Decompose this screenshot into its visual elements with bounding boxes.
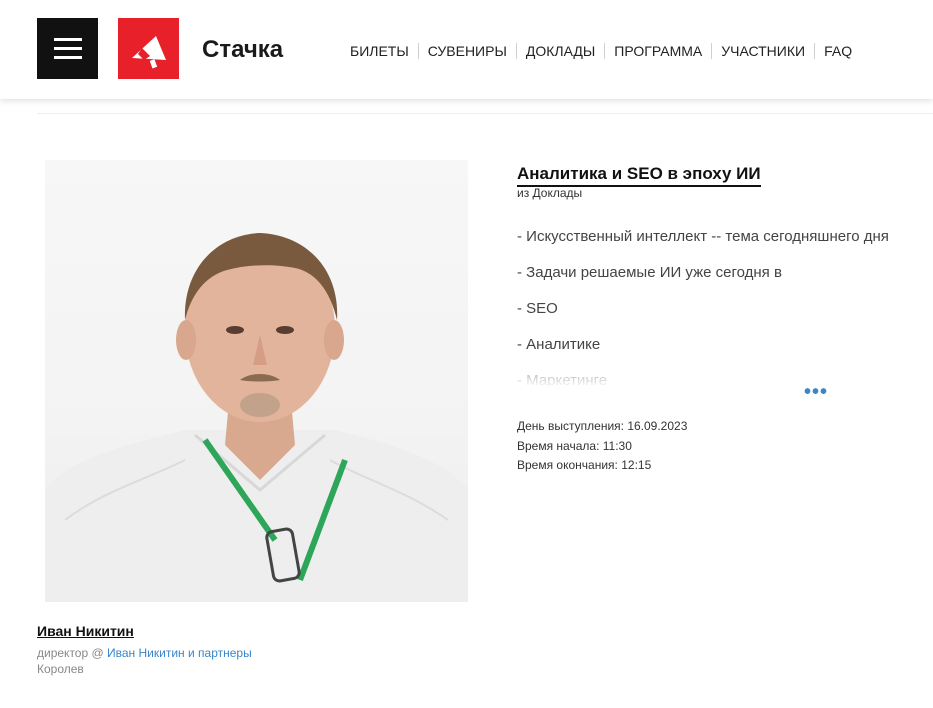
description-line: - Аналитике <box>517 336 601 353</box>
brand-name[interactable]: Стачка <box>202 36 283 64</box>
nav-item-tickets[interactable]: БИЛЕТЫ <box>341 43 418 59</box>
nav-item-talks[interactable]: ДОКЛАДЫ <box>515 43 604 59</box>
talk-title-link[interactable]: Аналитика и SEO в эпоху ИИ <box>517 164 761 187</box>
talk-start-time: Время начала: 11:30 <box>517 438 632 453</box>
main-nav: БИЛЕТЫ СУВЕНИРЫ ДОКЛАДЫ ПРОГРАММА УЧАСТН… <box>341 43 861 59</box>
hamburger-icon-line <box>53 38 82 41</box>
more-dots-icon[interactable]: ••• <box>804 381 828 404</box>
speaker-name-link[interactable]: Иван Никитин <box>37 623 134 639</box>
speaker-role-prefix: директор @ <box>37 646 107 660</box>
nav-item-souvenirs[interactable]: СУВЕНИРЫ <box>417 43 516 59</box>
nav-item-faq[interactable]: FAQ <box>814 43 861 59</box>
speaker-role: директор @ Иван Никитин и партнеры <box>37 646 252 660</box>
megaphone-logo-icon[interactable] <box>118 18 179 79</box>
talk-source: из Доклады <box>517 186 583 200</box>
speaker-photo <box>45 160 468 602</box>
hamburger-icon-line <box>53 47 82 50</box>
description-line: - Искусственный интеллект -- тема сегодн… <box>517 228 889 245</box>
description-line: - Задачи решаемые ИИ уже сегодня в <box>517 264 782 281</box>
description-line: - SEO <box>517 300 558 317</box>
hamburger-menu-button[interactable] <box>37 18 98 79</box>
nav-item-program[interactable]: ПРОГРАММА <box>604 43 711 59</box>
talk-schedule: День выступления: 16.09.2023 Время начал… <box>517 417 687 476</box>
talk-day: День выступления: 16.09.2023 <box>517 419 688 433</box>
site-header: Стачка БИЛЕТЫ СУВЕНИРЫ ДОКЛАДЫ ПРОГРАММА… <box>0 0 933 99</box>
talk-end-time: Время окончания: 12:15 <box>517 458 652 472</box>
speaker-city: Королев <box>37 662 84 676</box>
breadcrumb-strip <box>37 99 933 114</box>
speaker-company-link[interactable]: Иван Никитин и партнеры <box>107 646 252 660</box>
nav-item-participants[interactable]: УЧАСТНИКИ <box>711 43 814 59</box>
speaker-portrait-image <box>45 233 468 602</box>
description-line: - Маркетинге <box>517 372 608 388</box>
talk-description: - Искусственный интеллект -- тема сегодн… <box>517 228 927 388</box>
hamburger-icon-line <box>53 56 82 59</box>
megaphone-icon <box>132 36 166 69</box>
